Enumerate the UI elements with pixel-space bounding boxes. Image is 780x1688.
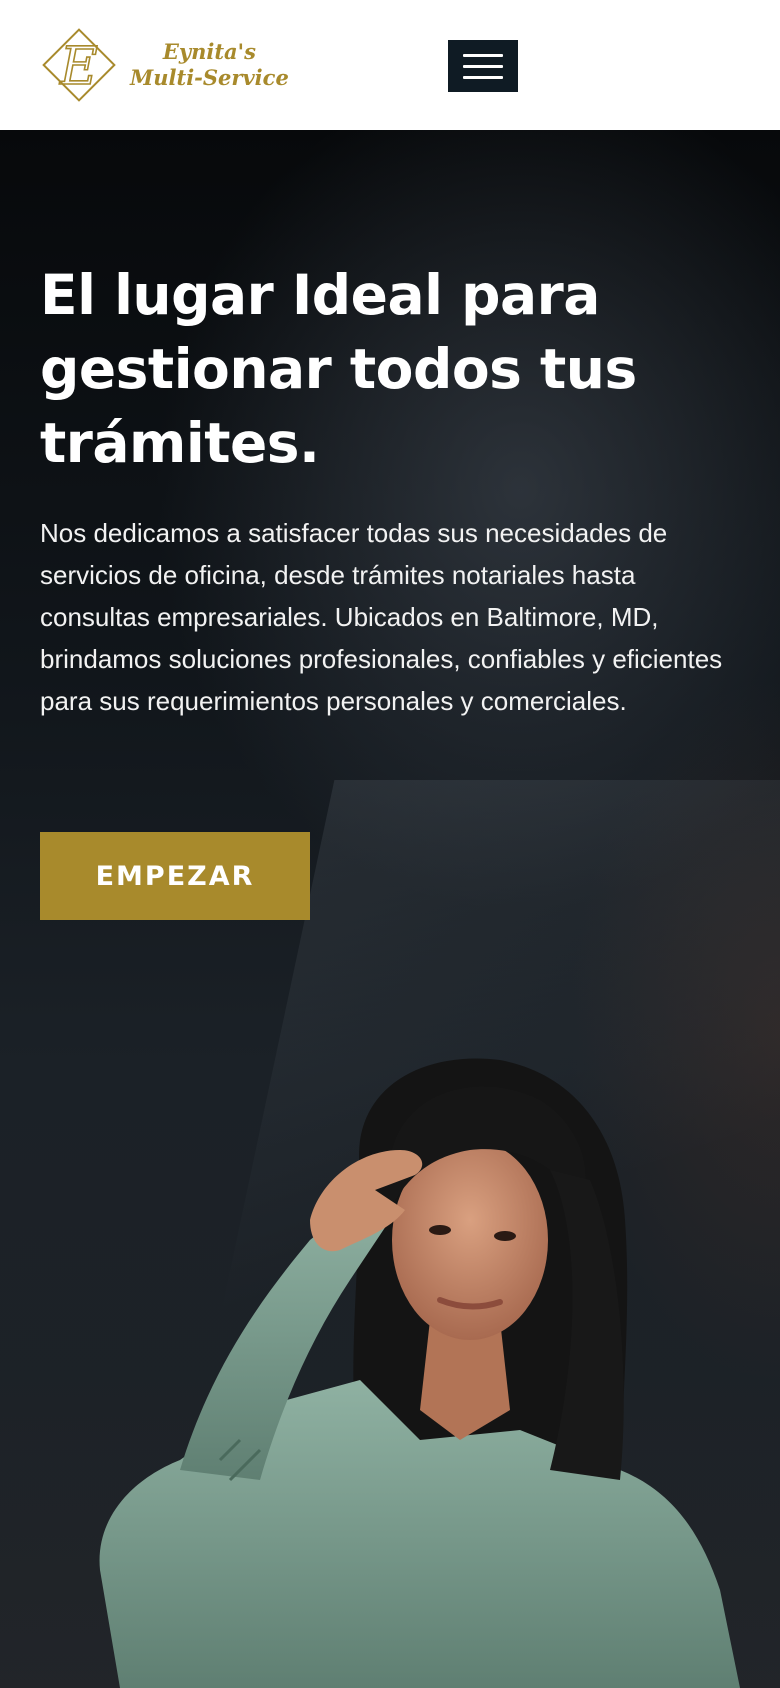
headline-highlight: Ideal <box>290 258 444 332</box>
logo-emblem-icon: E <box>36 22 122 108</box>
headline-highlight-text: Ideal <box>291 263 443 327</box>
hero-headline: El lugar Ideal para gestionar todos tus … <box>40 258 740 480</box>
hamburger-menu-icon <box>463 53 503 57</box>
site-header: E Eynita's Multi-Service <box>0 0 780 130</box>
hero-section: El lugar Ideal para gestionar todos tus … <box>0 130 780 1688</box>
woman-portrait-image <box>99 1058 740 1688</box>
logo-wordmark: Eynita's Multi-Service <box>130 39 289 91</box>
logo-initial: E <box>59 37 98 97</box>
logo-line-2: Multi-Service <box>130 65 289 90</box>
headline-prefix: El lugar <box>40 263 292 327</box>
page: E Eynita's Multi-Service El lugar Ideal … <box>0 0 780 1688</box>
empezar-button[interactable]: EMPEZAR <box>40 832 310 920</box>
hamburger-bar <box>463 75 503 79</box>
logo-line-1: Eynita's <box>162 39 256 64</box>
hamburger-bar <box>463 64 503 68</box>
hero-description: Nos dedicamos a satisfacer todas sus nec… <box>40 518 723 716</box>
brand-logo[interactable]: E Eynita's Multi-Service <box>36 22 289 108</box>
hamburger-menu-button[interactable] <box>448 40 518 92</box>
